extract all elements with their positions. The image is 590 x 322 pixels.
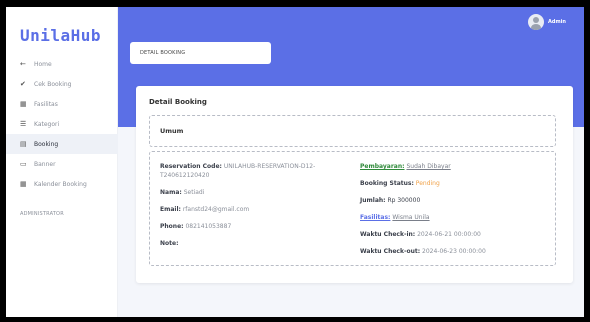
jumlah-value: Rp 300000: [387, 197, 421, 204]
fasilitas-label[interactable]: Fasilitas:: [360, 214, 390, 221]
fasilitas-row: Fasilitas: Wisma Unila: [360, 213, 550, 222]
nama-row: Nama: Setiadi: [160, 188, 338, 197]
booking-status-label: Booking Status:: [360, 180, 414, 187]
sidebar-item-label: Cek Booking: [34, 80, 72, 88]
booking-info-right: Pembayaran: Sudah Dibayar Booking Status…: [360, 162, 550, 264]
phone-value: 082141053887: [185, 223, 232, 230]
section-umum: Umum: [149, 115, 556, 147]
sidebar-item-fasilitas[interactable]: ▦ Fasilitas: [6, 94, 118, 114]
email-value: rfanstd24@gmail.com: [182, 206, 250, 213]
user-name[interactable]: Admin: [548, 19, 566, 25]
booking-detail-card: Detail Booking Umum Reservation Code: UN…: [136, 86, 573, 283]
sidebar-nav: ← Home ✔ Cek Booking ▦ Fasilitas ☰ Kategori ▤ Boo…: [6, 54, 118, 194]
section-umum-title: Umum: [160, 127, 184, 135]
sidebar-item-label: Home: [34, 60, 52, 68]
sidebar-item-label: Fasilitas: [34, 100, 58, 108]
list-icon: ☰: [20, 120, 27, 128]
sidebar: UnilaHub ← Home ✔ Cek Booking ▦ Fasilitas ☰ Kat…: [6, 7, 118, 317]
sidebar-item-kategori[interactable]: ☰ Kategori: [6, 114, 118, 134]
breadcrumb: DETAIL BOOKING: [130, 42, 271, 64]
fasilitas-value[interactable]: Wisma Unila: [392, 214, 429, 221]
nama-label: Nama:: [160, 189, 182, 196]
checkout-value: 2024-06-23 00:00:00: [422, 248, 486, 255]
sidebar-item-home[interactable]: ← Home: [6, 54, 118, 74]
pembayaran-label[interactable]: Pembayaran:: [360, 163, 405, 170]
note-label: Note:: [160, 240, 179, 247]
check-icon: ✔: [20, 80, 26, 88]
image-icon: ▭: [20, 160, 27, 168]
building-icon: ▦: [20, 100, 27, 108]
breadcrumb-label: DETAIL BOOKING: [140, 50, 186, 56]
book-icon: ▤: [20, 140, 27, 148]
sidebar-item-label: Kalender Booking: [34, 180, 87, 188]
checkin-value: 2024-06-21 00:00:00: [417, 231, 481, 238]
nama-value: Setiadi: [183, 189, 205, 196]
checkout-label: Waktu Check-out:: [360, 248, 421, 255]
brand-logo[interactable]: UnilaHub: [20, 26, 101, 45]
jumlah-row: Jumlah: Rp 300000: [360, 196, 550, 205]
note-row: Note:: [160, 239, 338, 248]
sidebar-item-label: Banner: [34, 160, 56, 168]
sidebar-item-cek-booking[interactable]: ✔ Cek Booking: [6, 74, 118, 94]
booking-status-row: Booking Status: Pending: [360, 179, 550, 188]
pembayaran-value[interactable]: Sudah Dibayar: [406, 163, 450, 170]
sidebar-item-label: Kategori: [34, 120, 60, 128]
reservation-code-label: Reservation Code:: [160, 163, 222, 170]
checkout-row: Waktu Check-out: 2024-06-23 00:00:00: [360, 247, 550, 256]
card-title: Detail Booking: [149, 98, 207, 106]
phone-label: Phone:: [160, 223, 184, 230]
jumlah-label: Jumlah:: [360, 197, 386, 204]
arrow-left-icon: ←: [20, 60, 26, 68]
email-row: Email: rfanstd24@gmail.com: [160, 205, 338, 214]
email-label: Email:: [160, 206, 181, 213]
sidebar-item-banner[interactable]: ▭ Banner: [6, 154, 118, 174]
sidebar-item-booking[interactable]: ▤ Booking: [6, 134, 118, 154]
avatar[interactable]: [528, 14, 544, 30]
reservation-code-row: Reservation Code: UNILAHUB-RESERVATION-D…: [160, 162, 338, 180]
sidebar-section-administrator: ADMINISTRATOR: [20, 211, 64, 217]
booking-status-value: Pending: [415, 180, 440, 187]
sidebar-item-label: Booking: [34, 140, 59, 148]
sidebar-item-kalender-booking[interactable]: ▦ Kalender Booking: [6, 174, 118, 194]
checkin-row: Waktu Check-in: 2024-06-21 00:00:00: [360, 230, 550, 239]
calendar-icon: ▦: [20, 180, 27, 188]
phone-row: Phone: 082141053887: [160, 222, 338, 231]
checkin-label: Waktu Check-in:: [360, 231, 416, 238]
booking-info-panel: Reservation Code: UNILAHUB-RESERVATION-D…: [149, 151, 556, 266]
booking-info-left: Reservation Code: UNILAHUB-RESERVATION-D…: [160, 162, 338, 256]
pembayaran-row: Pembayaran: Sudah Dibayar: [360, 162, 550, 171]
